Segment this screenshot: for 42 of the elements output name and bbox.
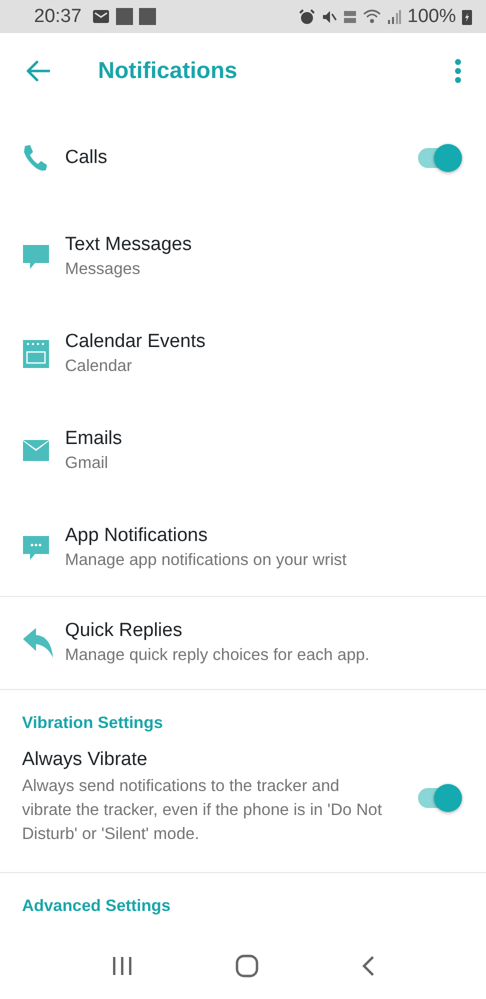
row-subtitle: Messages <box>65 258 142 280</box>
row-title: Quick Replies <box>65 620 184 642</box>
row-subtitle: Manage app notifications on your wrist <box>65 550 348 570</box>
mute-icon <box>321 8 338 24</box>
row-subtitle: Calendar <box>65 356 133 376</box>
notification-row[interactable]: Calls <box>0 108 486 208</box>
reply-arrow-icon <box>22 628 54 658</box>
wifi-icon <box>363 9 382 24</box>
section-heading: Advanced Settings <box>21 896 172 917</box>
page-title: Notifications <box>98 57 238 84</box>
signal-icon <box>387 9 402 24</box>
more-options-icon[interactable] <box>454 58 462 82</box>
alarm-icon <box>299 8 316 24</box>
setting-title: Always Vibrate <box>22 749 148 771</box>
quick-replies-row[interactable]: Quick Replies Manage quick reply choices for each app. <box>0 597 486 689</box>
back-arrow-icon[interactable] <box>26 60 50 82</box>
chat-dots-icon <box>22 534 50 562</box>
row-title: Emails <box>65 428 124 450</box>
mail-icon <box>22 440 50 462</box>
notification-row[interactable]: Text Messages Messages <box>0 208 486 305</box>
battery-icon <box>462 8 472 24</box>
row-title: Calendar Events <box>65 330 206 352</box>
setting-description: Always send notifications to the tracker and vibrate the tracker, even if the phone is in 'Do Not Disturb' or 'Silent' mode. <box>22 776 383 845</box>
row-subtitle: Gmail <box>65 452 110 474</box>
recents-icon[interactable] <box>111 956 133 976</box>
section-heading: Vibration Settings <box>21 713 164 734</box>
battery-percent: 100% <box>407 6 456 28</box>
row-title: Text Messages <box>65 234 193 256</box>
status-time: 20:37 <box>34 6 82 28</box>
phone-icon <box>22 144 48 172</box>
setting-row[interactable]: Always Vibrate Always send notifications to the tracker and vibrate the tracker, even if the phone is in 'Do Not Disturb' or 'Silent' mode. <box>0 741 486 872</box>
mail-icon <box>92 9 110 24</box>
notification-row[interactable]: Calendar Events Calendar <box>0 305 486 402</box>
calendar-icon <box>22 340 50 368</box>
notification-row[interactable]: Emails Gmail <box>0 402 486 499</box>
chat-bubble-icon <box>22 242 50 270</box>
back-icon[interactable] <box>361 955 375 977</box>
row-title: App Notifications <box>65 524 209 546</box>
home-icon[interactable] <box>235 954 259 978</box>
row-subtitle: Manage quick reply choices for each app. <box>65 645 371 666</box>
notification-row[interactable]: App Notifications Manage app notifications on your wrist <box>0 499 486 596</box>
row-title: Calls <box>65 147 108 169</box>
